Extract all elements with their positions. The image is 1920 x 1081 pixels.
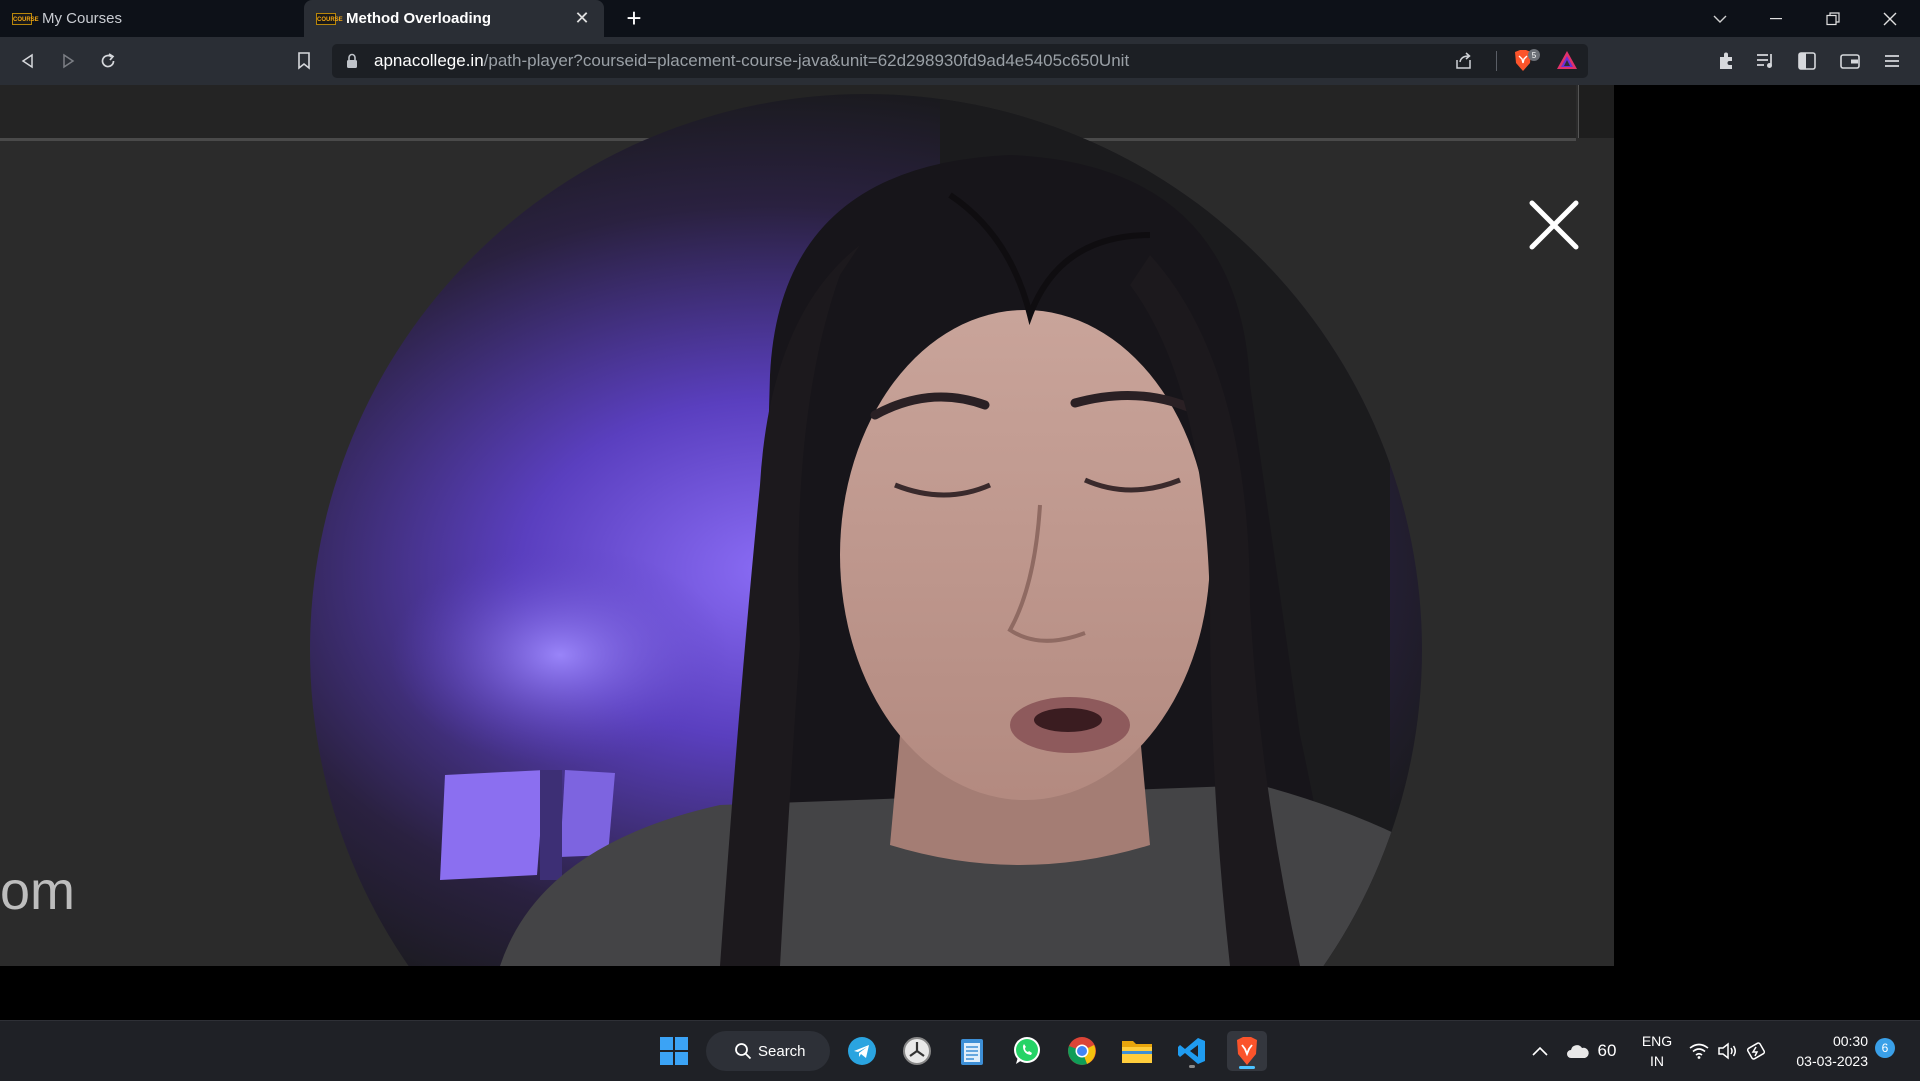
- telegram-icon: [848, 1037, 876, 1065]
- page-content: om: [0, 85, 1920, 1020]
- weather-temp: 60: [1597, 1041, 1617, 1060]
- clock-date: 03-03-2023: [1796, 1053, 1868, 1069]
- telegram-app[interactable]: [842, 1031, 882, 1071]
- file-explorer-app[interactable]: [1117, 1031, 1157, 1071]
- tab-search-chevron-icon[interactable]: [1692, 0, 1748, 37]
- cloud-icon: [1566, 1045, 1589, 1058]
- omnibox-divider: [1496, 51, 1497, 71]
- tab-my-courses[interactable]: COURSE My Courses: [0, 0, 302, 37]
- brave-lion-icon: 5: [1515, 49, 1540, 71]
- url-path: /path-player?courseid=placement-course-j…: [483, 51, 1130, 70]
- minimize-button[interactable]: [1748, 0, 1804, 37]
- taskbar-search[interactable]: Search: [706, 1031, 830, 1071]
- battery-status[interactable]: [1742, 1031, 1772, 1071]
- share-icon[interactable]: [1454, 51, 1474, 71]
- chrome-app[interactable]: [1062, 1031, 1102, 1071]
- language-code: ENG: [1641, 1033, 1673, 1049]
- show-hidden-icons-button[interactable]: [1528, 1031, 1552, 1071]
- webcam-circle: [310, 94, 1422, 966]
- rewards-triangle-icon: [1557, 51, 1577, 69]
- url-text[interactable]: apnacollege.in/path-player?courseid=plac…: [374, 44, 1129, 78]
- windows-logo-icon: [660, 1037, 688, 1065]
- close-overlay-icon[interactable]: [1526, 197, 1582, 253]
- tab-title: Method Overloading: [346, 10, 492, 27]
- chrome-icon: [1068, 1037, 1096, 1065]
- folder-icon: [1122, 1041, 1152, 1063]
- bookmark-icon[interactable]: [290, 47, 318, 75]
- brave-rewards-button[interactable]: [1556, 50, 1578, 75]
- close-tab-icon[interactable]: ✕: [572, 8, 592, 29]
- notification-badge[interactable]: 6: [1875, 1038, 1895, 1058]
- speaker-icon: [1718, 1042, 1736, 1060]
- vscode-app[interactable]: [1172, 1031, 1212, 1071]
- vscode-icon: [1178, 1038, 1205, 1064]
- sidebar-icon[interactable]: [1793, 47, 1821, 75]
- search-label: Search: [758, 1042, 806, 1060]
- weather-widget[interactable]: 60: [1556, 1031, 1626, 1071]
- brave-icon: [1237, 1037, 1257, 1065]
- course-favicon-icon: COURSE: [316, 12, 343, 25]
- volume-control[interactable]: [1712, 1031, 1742, 1071]
- clock-icon: [903, 1037, 931, 1065]
- playlist-icon[interactable]: [1752, 47, 1780, 75]
- back-button[interactable]: [14, 47, 42, 75]
- wifi-status[interactable]: [1684, 1031, 1714, 1071]
- tab-title: My Courses: [42, 10, 123, 27]
- extensions-icon[interactable]: [1712, 47, 1740, 75]
- language-region: IN: [1650, 1053, 1664, 1069]
- start-button[interactable]: [654, 1031, 694, 1071]
- search-icon: [735, 1043, 752, 1060]
- new-tab-button[interactable]: +: [620, 4, 648, 32]
- brave-shields-button[interactable]: 5: [1512, 49, 1542, 78]
- menu-icon[interactable]: [1878, 47, 1906, 75]
- url-host: apnacollege.in: [374, 51, 484, 70]
- shield-count: 5: [1532, 51, 1537, 60]
- restore-button[interactable]: [1805, 0, 1861, 37]
- close-window-button[interactable]: [1862, 0, 1918, 37]
- lock-icon: [347, 53, 357, 68]
- clock-time: 00:30: [1832, 1033, 1868, 1049]
- whatsapp-icon: [1014, 1037, 1040, 1064]
- notepad-app[interactable]: [952, 1031, 992, 1071]
- wifi-icon: [1689, 1043, 1709, 1059]
- reload-button[interactable]: [94, 47, 122, 75]
- brave-app[interactable]: [1227, 1031, 1267, 1071]
- windows-taskbar: Search 60 ENG IN 00:30 03-03-2023 6: [0, 1020, 1920, 1081]
- chevron-up-icon: [1532, 1046, 1548, 1056]
- tab-method-overloading[interactable]: COURSE Method Overloading ✕: [304, 0, 604, 37]
- language-indicator[interactable]: ENG IN: [1637, 1031, 1677, 1071]
- tab-strip: COURSE My Courses COURSE Method Overload…: [0, 0, 1920, 37]
- running-indicator: [1189, 1065, 1195, 1068]
- course-favicon-icon: COURSE: [12, 12, 39, 25]
- clock-area[interactable]: 00:30 03-03-2023: [1786, 1031, 1868, 1071]
- forward-button[interactable]: [54, 47, 82, 75]
- notepad-icon: [961, 1039, 983, 1065]
- battery-charging-icon: [1746, 1042, 1766, 1060]
- address-bar[interactable]: apnacollege.in/path-player?courseid=plac…: [332, 44, 1588, 78]
- video-frame: [310, 94, 1422, 966]
- active-indicator: [1239, 1066, 1255, 1069]
- whatsapp-app[interactable]: [1007, 1031, 1047, 1071]
- video-player[interactable]: om: [0, 85, 1614, 966]
- watermark-text: om: [0, 861, 76, 921]
- wallet-icon[interactable]: [1836, 47, 1864, 75]
- clock-app[interactable]: [897, 1031, 937, 1071]
